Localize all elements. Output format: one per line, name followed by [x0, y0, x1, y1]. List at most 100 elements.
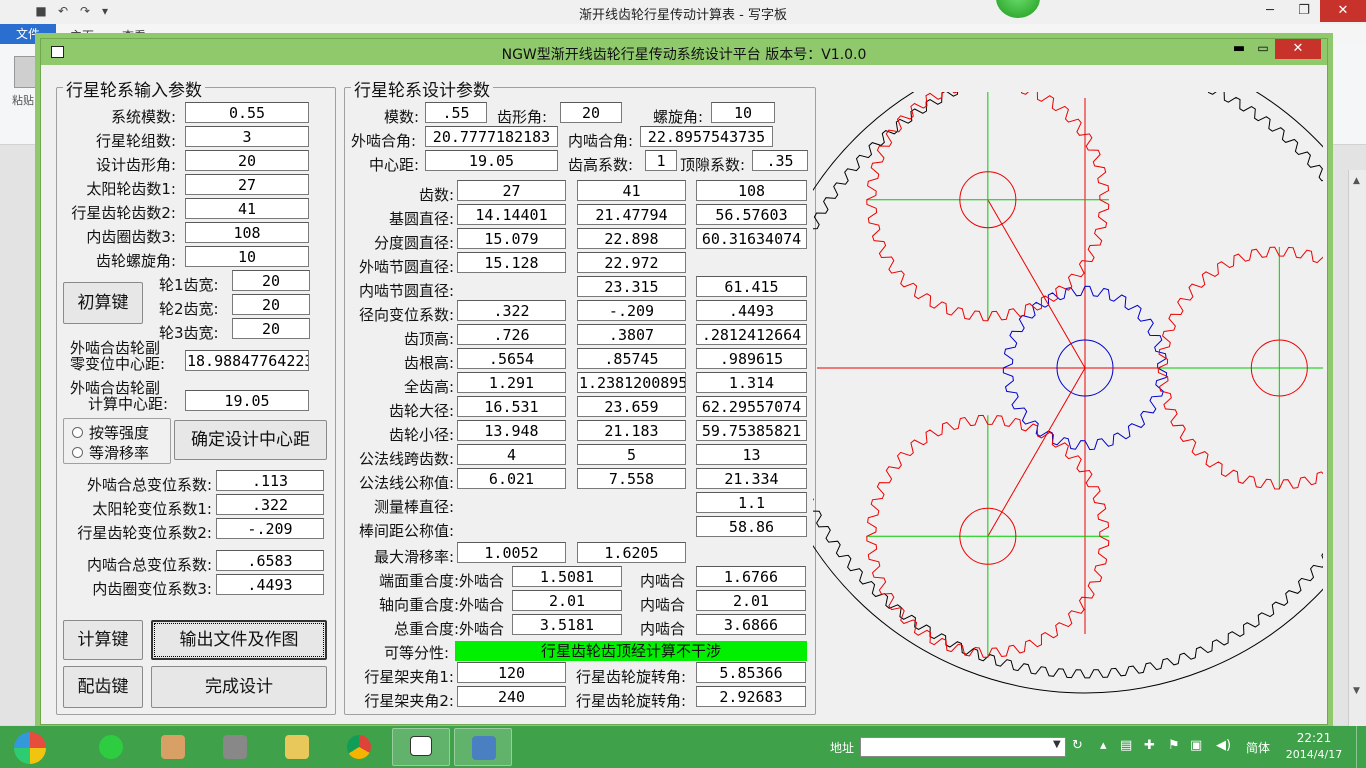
row-value-v3[interactable]: 21.334 [696, 468, 807, 489]
wp-scrollbar[interactable]: ▲ ▼ [1348, 170, 1366, 730]
flag-icon[interactable]: ⚑ [1168, 738, 1180, 753]
z2-input[interactable]: 41 [185, 198, 309, 219]
row-value-v1[interactable]: 13.948 [457, 420, 566, 441]
dialog-maximize-button[interactable]: ▭ [1251, 41, 1275, 61]
paste-label[interactable]: 粘贴 [12, 92, 34, 108]
slide-v2[interactable]: 1.6205 [577, 542, 686, 563]
row-value-v2[interactable]: 23.315 [577, 276, 686, 297]
row-value-v1[interactable]: 27 [457, 180, 566, 201]
row-value-v1[interactable]: .322 [457, 300, 566, 321]
init-calc-button[interactable]: 初算键 [63, 282, 143, 324]
row-value-v1[interactable]: 14.14401 [457, 204, 566, 225]
groups-input[interactable]: 3 [185, 126, 309, 147]
z3-input[interactable]: 108 [185, 222, 309, 243]
clock-date[interactable]: 2014/4/17 [1284, 748, 1344, 761]
volume-icon[interactable]: ◀) [1216, 738, 1231, 753]
ext-angle-value[interactable]: 20.7777182183 [425, 126, 558, 147]
chrome-icon[interactable] [330, 728, 388, 766]
radio-strength-label[interactable]: 按等强度 [89, 422, 149, 443]
address-input[interactable] [860, 737, 1066, 757]
confirm-cd-button[interactable]: 确定设计中心距 [174, 420, 327, 460]
row-value-v2[interactable]: 23.659 [577, 396, 686, 417]
transverse-int[interactable]: 1.6766 [696, 566, 806, 587]
refresh-icon[interactable]: ↻ [1072, 738, 1088, 756]
tray-up-icon[interactable]: ▴ [1100, 738, 1107, 753]
d-helix-value[interactable]: 10 [711, 102, 775, 123]
radio-sliding[interactable] [72, 447, 83, 458]
row-value-v3[interactable]: .4493 [696, 300, 807, 321]
axial-ext[interactable]: 2.01 [512, 590, 622, 611]
int-angle-value[interactable]: 22.8957543735 [640, 126, 773, 147]
explorer-icon[interactable] [268, 728, 326, 766]
row-value-v1[interactable]: 16.531 [457, 396, 566, 417]
language-indicator[interactable]: 简体 [1246, 739, 1270, 756]
row-value-v1[interactable]: 6.021 [457, 468, 566, 489]
row-value-v2[interactable]: .85745 [577, 348, 686, 369]
cd-value[interactable]: 19.05 [425, 150, 558, 171]
d-module-value[interactable]: .55 [425, 102, 487, 123]
window-app-icon[interactable] [392, 728, 450, 766]
carrier2-value[interactable]: 240 [457, 686, 566, 707]
axial-int[interactable]: 2.01 [696, 590, 806, 611]
paint-icon[interactable] [144, 728, 202, 766]
ext-total-shift-input[interactable]: .113 [216, 470, 324, 491]
start-orb-icon[interactable] [14, 732, 46, 764]
row-value-v3[interactable]: 61.415 [696, 276, 807, 297]
clearance-coef-value[interactable]: .35 [752, 150, 808, 171]
transverse-ext[interactable]: 1.5081 [512, 566, 622, 587]
row-value-v3[interactable]: 1.314 [696, 372, 807, 393]
finish-design-button[interactable]: 完成设计 [151, 666, 327, 708]
row-value-v2[interactable]: 22.898 [577, 228, 686, 249]
sun-shift-input[interactable]: .322 [216, 494, 324, 515]
rot2-value[interactable]: 2.92683 [696, 686, 806, 707]
row-value-v3[interactable]: 58.86 [696, 516, 807, 537]
calc-button[interactable]: 计算键 [63, 620, 143, 660]
row-value-v2[interactable]: 5 [577, 444, 686, 465]
pressure-angle-input[interactable]: 20 [185, 150, 309, 171]
calculator-icon[interactable] [206, 728, 264, 766]
chevron-down-icon[interactable]: ▼ [1053, 739, 1061, 750]
row-value-v2[interactable]: 41 [577, 180, 686, 201]
radio-sliding-label[interactable]: 等滑移率 [89, 442, 149, 463]
wordpad-icon[interactable] [454, 728, 512, 766]
row-value-v3[interactable]: 62.29557074 [696, 396, 807, 417]
row-value-v1[interactable]: .726 [457, 324, 566, 345]
wp-close-button[interactable]: ✕ [1320, 0, 1366, 22]
addendum-coef-value[interactable]: 1 [645, 150, 677, 171]
tray-plus-icon[interactable]: ✚ [1144, 738, 1155, 753]
show-desktop-button[interactable] [1356, 726, 1366, 768]
wp-minimize-button[interactable]: ─ [1254, 0, 1286, 22]
total-int[interactable]: 3.6866 [696, 614, 806, 635]
ring-shift-input[interactable]: .4493 [216, 574, 324, 595]
tray-app-icon[interactable]: ▤ [1120, 738, 1132, 753]
planet-shift-input[interactable]: -.209 [216, 518, 324, 539]
width2-input[interactable]: 20 [232, 294, 310, 315]
d-pa-value[interactable]: 20 [560, 102, 622, 123]
wp-maximize-button[interactable]: ❐ [1288, 0, 1320, 22]
total-ext[interactable]: 3.5181 [512, 614, 622, 635]
slide-v1[interactable]: 1.0052 [457, 542, 566, 563]
row-value-v3[interactable]: 108 [696, 180, 807, 201]
int-total-shift-input[interactable]: .6583 [216, 550, 324, 571]
row-value-v3[interactable]: 59.75385821 [696, 420, 807, 441]
export-button[interactable]: 输出文件及作图 [151, 620, 327, 660]
ext-calc-cd-input[interactable]: 19.05 [185, 390, 309, 411]
row-value-v1[interactable]: 1.291 [457, 372, 566, 393]
network-icon[interactable]: ▣ [1190, 738, 1202, 753]
scroll-up-icon[interactable]: ▲ [1353, 176, 1360, 186]
row-value-v1[interactable]: 15.128 [457, 252, 566, 273]
row-value-v2[interactable]: 21.183 [577, 420, 686, 441]
carrier1-value[interactable]: 120 [457, 662, 566, 683]
width3-input[interactable]: 20 [232, 318, 310, 339]
row-value-v2[interactable]: 7.558 [577, 468, 686, 489]
ext-zero-cd-output[interactable]: 18.98847764223 [185, 350, 309, 371]
paste-icon[interactable] [14, 56, 40, 88]
helix-input[interactable]: 10 [185, 246, 309, 267]
row-value-v3[interactable]: 56.57603 [696, 204, 807, 225]
scroll-down-icon[interactable]: ▼ [1353, 686, 1360, 696]
row-value-v2[interactable]: 1.2381200895 [577, 372, 686, 393]
row-value-v2[interactable]: 21.47794 [577, 204, 686, 225]
row-value-v1[interactable]: .5654 [457, 348, 566, 369]
dialog-close-button[interactable]: ✕ [1275, 39, 1321, 59]
row-value-v1[interactable]: 15.079 [457, 228, 566, 249]
